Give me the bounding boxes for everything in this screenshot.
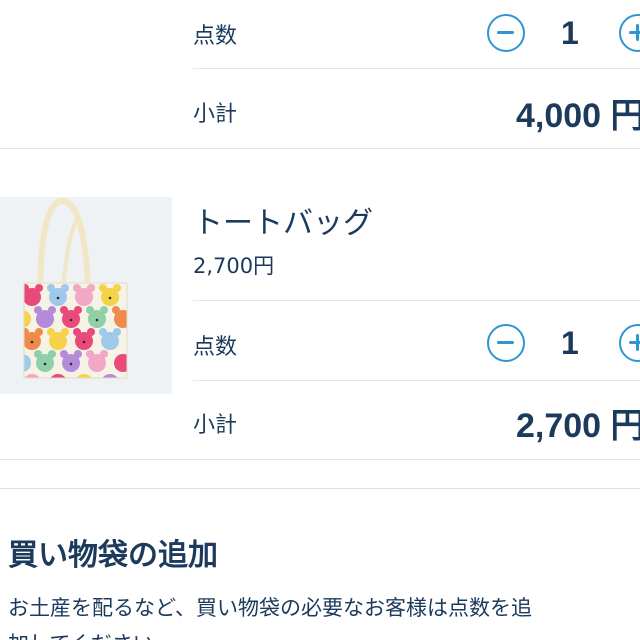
quantity-label: 点数: [193, 24, 238, 49]
item-divider: [0, 459, 640, 460]
subtotal-value: 4,000 円: [516, 97, 640, 135]
decrease-quantity-button[interactable]: [487, 324, 525, 362]
divider: [193, 68, 640, 69]
quantity-label: 点数: [193, 335, 238, 360]
section-title: 買い物袋の追加: [8, 538, 218, 573]
decrease-quantity-button[interactable]: [487, 14, 525, 52]
quantity-value: 1: [561, 15, 579, 51]
quantity-stepper: 1: [487, 14, 640, 54]
description-line-2: 加してください。: [8, 632, 175, 640]
tote-bag-image[interactable]: [0, 197, 172, 394]
tote-bag-icon: [23, 197, 128, 379]
description-line-1: お土産を配るなど、買い物袋の必要なお客様は点数を追: [8, 596, 532, 620]
product-unit-price: 2,700円: [193, 254, 275, 278]
subtotal-label: 小計: [193, 102, 238, 127]
item-divider: [0, 148, 640, 149]
subtotal-value: 2,700 円: [516, 407, 640, 445]
section-divider: [0, 488, 640, 489]
product-name[interactable]: トートバッグ: [193, 198, 373, 242]
subtotal-label: 小計: [193, 413, 238, 438]
divider: [193, 300, 640, 301]
increase-quantity-button[interactable]: [619, 14, 640, 52]
divider: [193, 380, 640, 381]
quantity-stepper: 1: [487, 324, 640, 364]
increase-quantity-button[interactable]: [619, 324, 640, 362]
section-description: お土産を配るなど、買い物袋の必要なお客様は点数を追 加してください。: [8, 590, 632, 640]
quantity-value: 1: [561, 325, 579, 361]
